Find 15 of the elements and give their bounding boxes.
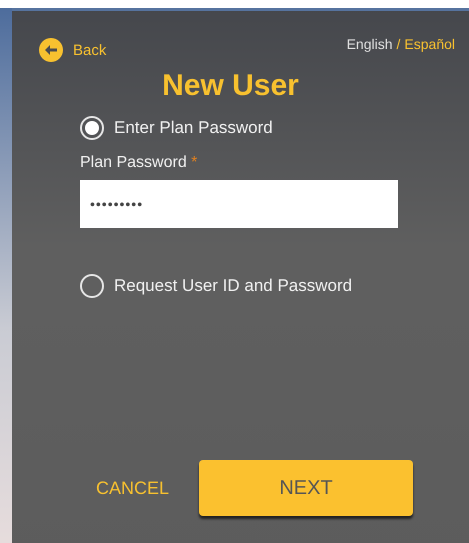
- language-link[interactable]: Español: [404, 36, 455, 52]
- language-separator: /: [396, 36, 400, 52]
- cancel-button[interactable]: CANCEL: [96, 478, 170, 498]
- radio-label: Request User ID and Password: [114, 276, 352, 296]
- radio-option[interactable]: Enter Plan Password: [80, 116, 469, 140]
- back-link[interactable]: Back: [39, 38, 106, 62]
- radio-option[interactable]: Request User ID and Password: [80, 274, 469, 298]
- dialog-title: New User: [161, 68, 300, 104]
- password-field[interactable]: •••••••••: [80, 180, 398, 228]
- radio-button[interactable]: [80, 274, 104, 298]
- field-label: Plan Password *: [80, 154, 198, 172]
- language-link[interactable]: English: [346, 36, 393, 52]
- radio-label: Enter Plan Password: [114, 118, 273, 138]
- radio-button[interactable]: [80, 116, 104, 140]
- next-button[interactable]: NEXT: [199, 460, 414, 516]
